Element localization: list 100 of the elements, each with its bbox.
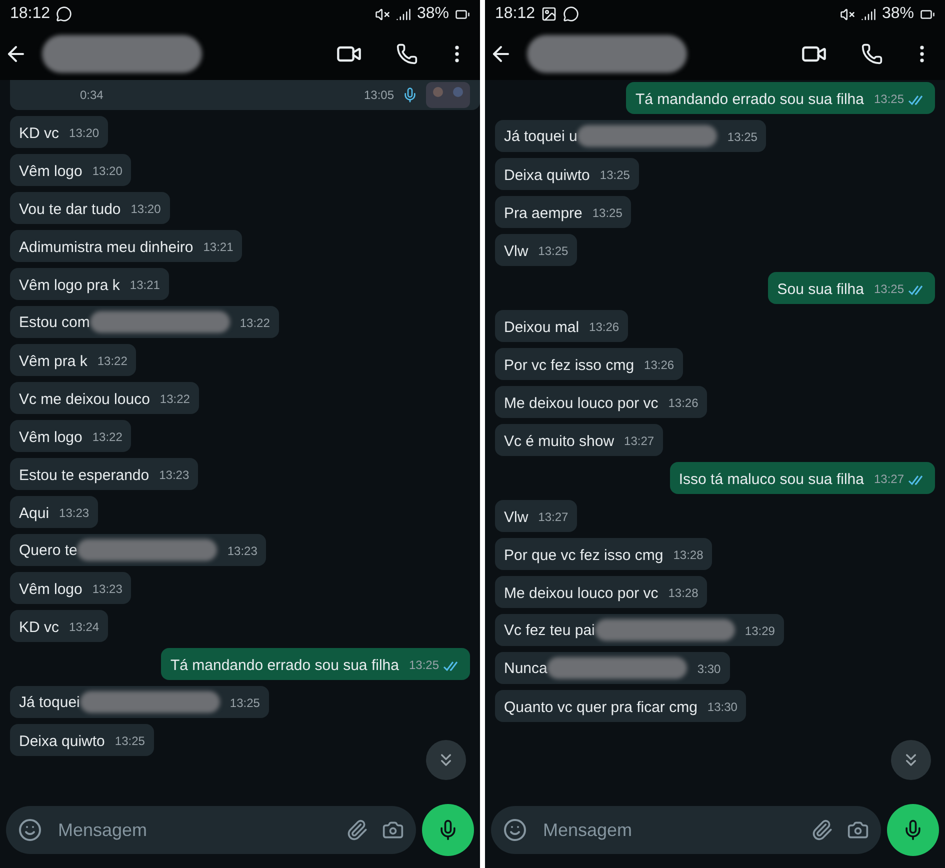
message-text: Deixa quiwto (504, 166, 590, 185)
message-text: Vlw (504, 242, 528, 261)
message-time: 13:25 (114, 733, 145, 750)
battery-level: 38% (882, 5, 914, 23)
attach-icon[interactable] (811, 819, 833, 841)
message-text: Quero te (19, 540, 78, 560)
message-text: KD vc (19, 618, 60, 637)
message-time: 13:22 (240, 315, 270, 332)
mic-button[interactable] (422, 804, 474, 856)
message-text: Vêm logo (19, 580, 82, 599)
message-text: Sou sua filha (777, 280, 864, 299)
message-time: 13:25 (408, 657, 439, 674)
status-time: 18:12 (495, 5, 536, 23)
message-time: 13:25 (874, 91, 904, 108)
sticker-icon[interactable] (18, 818, 42, 842)
message-input[interactable]: Mensagem (541, 818, 797, 842)
message-text: Vou te dar tudo (19, 200, 121, 219)
message-text: Quanto vc quer pra ficar cmg (504, 698, 698, 717)
message-text: Vc me deixou louco (19, 390, 150, 409)
scroll-down-button[interactable] (891, 740, 931, 780)
message-time: 13:05 (364, 88, 394, 102)
message-text: Tá mandando errado sou sua filha (635, 90, 864, 109)
message-time: 13:20 (92, 163, 122, 180)
attach-icon[interactable] (346, 819, 368, 841)
audio-duration: 0:34 (80, 88, 104, 102)
image-icon (541, 6, 558, 22)
message-text: Vlw (504, 508, 528, 527)
battery-level: 38% (416, 5, 449, 23)
message-time: 13:20 (130, 201, 161, 218)
mic-icon (402, 87, 418, 103)
message-text: Já toquei (19, 692, 80, 712)
message-time: 13:26 (589, 319, 620, 336)
message-text: Me deixou louco por vc (504, 394, 658, 413)
message-time: 3:30 (697, 661, 721, 678)
message-text: Por vc fez isso cmg (504, 356, 634, 375)
message-time: 13:30 (707, 699, 738, 716)
camera-icon[interactable] (847, 819, 869, 841)
message-text: Isso tá maluco sou sua filha (678, 470, 864, 489)
message-time: 13:29 (744, 623, 775, 640)
message-text: Aqui (19, 504, 50, 523)
sticker-icon[interactable] (503, 818, 527, 842)
message-time: 13:23 (159, 467, 190, 484)
message-text: Vêm logo (19, 428, 82, 447)
message-time: 13:27 (624, 433, 654, 450)
mute-icon (840, 6, 855, 22)
phone-icon[interactable] (861, 43, 883, 65)
avatar-icon (426, 82, 470, 108)
chat-bubble-icon (563, 6, 580, 22)
message-field[interactable]: Mensagem (491, 806, 881, 854)
message-text: Vêm pra k (19, 352, 88, 371)
message-time: 13:27 (874, 471, 904, 488)
message-text: Nunca (504, 658, 548, 678)
camera-icon[interactable] (382, 819, 404, 841)
message-time: 13:26 (644, 357, 674, 374)
message-time: 13:27 (538, 509, 568, 526)
status-time: 18:12 (10, 5, 50, 23)
message-text: KD vc (19, 124, 60, 143)
message-time: 13:25 (874, 281, 904, 298)
message-time: 13:21 (203, 239, 234, 256)
message-text: Pra aempre (504, 204, 582, 223)
message-time: 13:28 (668, 585, 698, 602)
message-time: 13:22 (92, 429, 122, 446)
message-time: 13:25 (230, 695, 260, 712)
mute-icon (374, 6, 390, 22)
message-time: 13:22 (97, 353, 128, 370)
phone-icon[interactable] (396, 43, 418, 65)
signal-icon (396, 6, 411, 22)
message-time: 13:23 (227, 543, 258, 560)
voice-message[interactable]: 0:34 13:05 (10, 80, 480, 110)
message-text: Vc fez teu pai (504, 620, 595, 640)
message-time: 13:20 (69, 125, 100, 142)
message-input[interactable]: Mensagem (56, 818, 332, 842)
message-text: Já toquei u (504, 126, 578, 146)
message-time: 13:28 (673, 547, 704, 564)
message-time: 13:21 (130, 277, 160, 294)
message-time: 13:25 (600, 167, 630, 184)
message-text: Me deixou louco por vc (504, 584, 658, 603)
signal-icon (860, 6, 876, 22)
message-text: Deixou mal (504, 318, 580, 337)
message-time: 13:26 (668, 395, 698, 412)
message-text: Vc é muito show (504, 432, 614, 451)
message-text: Tá mandando errado sou sua filha (170, 656, 399, 675)
message-time: 13:24 (69, 619, 100, 636)
chat-bubble-icon (56, 6, 72, 22)
message-time: 13:25 (538, 243, 568, 260)
message-text: Adimumistra meu dinheiro (19, 238, 194, 257)
message-text: Vêm logo pra k (19, 276, 120, 295)
message-text: Vêm logo (19, 162, 82, 181)
message-text: Deixa quiwto (19, 732, 105, 751)
message-text: Por que vc fez isso cmg (504, 546, 664, 565)
mic-button[interactable] (887, 804, 939, 856)
message-text: Estou te esperando (19, 466, 150, 485)
message-time: 13:25 (592, 205, 622, 222)
message-text: Estou com (19, 312, 90, 332)
message-time: 13:25 (727, 129, 758, 146)
scroll-down-button[interactable] (426, 740, 466, 780)
message-time: 13:23 (92, 581, 122, 598)
message-time: 13:22 (160, 391, 190, 408)
message-field[interactable]: Mensagem (6, 806, 416, 854)
message-time: 13:23 (59, 505, 90, 522)
